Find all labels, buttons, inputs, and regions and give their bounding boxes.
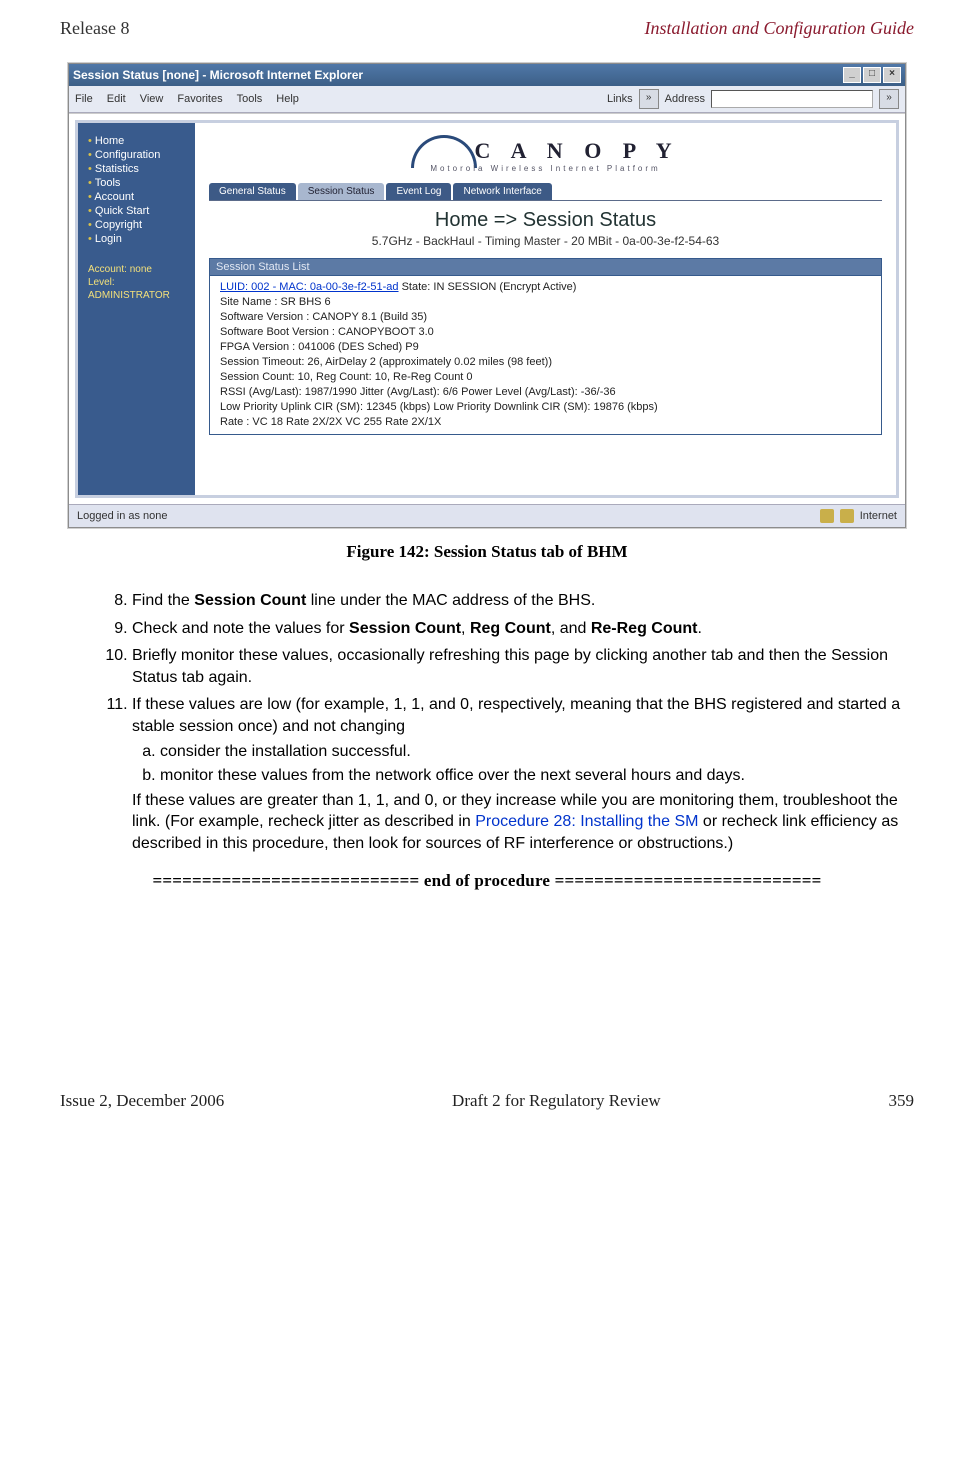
menu-view[interactable]: View — [140, 93, 164, 105]
window-titlebar: Session Status [none] - Microsoft Intern… — [69, 64, 905, 86]
internet-zone-icon — [840, 509, 854, 523]
logo-text: C A N O P Y — [474, 138, 679, 163]
ie-statusbar: Logged in as none Internet — [69, 504, 905, 527]
main-panel: C A N O P Y Motorola Wireless Internet P… — [195, 120, 899, 498]
maximize-icon[interactable]: □ — [863, 67, 881, 83]
sidebar-item-login[interactable]: Login — [88, 233, 187, 245]
menu-favorites[interactable]: Favorites — [177, 93, 222, 105]
procedure-text: Find the Session Count line under the MA… — [104, 590, 914, 855]
header-left: Release 8 — [60, 18, 129, 39]
end-of-procedure: =========================== end of proce… — [60, 871, 914, 891]
step-10: Briefly monitor these values, occasional… — [132, 645, 914, 688]
page-header: Release 8 Installation and Configuration… — [60, 18, 914, 39]
line-rssi: RSSI (Avg/Last): 1987/1990 Jitter (Avg/L… — [220, 386, 616, 398]
sidebar-item-copyright[interactable]: Copyright — [88, 219, 187, 231]
lock-icon — [820, 509, 834, 523]
figure-caption: Figure 142: Session Status tab of BHM — [60, 542, 914, 562]
procedure-28-link[interactable]: Procedure 28: Installing the SM — [475, 813, 698, 830]
close-icon[interactable]: × — [883, 67, 901, 83]
line-count: Session Count: 10, Reg Count: 10, Re-Reg… — [220, 371, 473, 383]
minimize-icon[interactable]: _ — [843, 67, 861, 83]
line-fpga: FPGA Version : 041006 (DES Sched) P9 — [220, 341, 419, 353]
sidebar-item-home[interactable]: Home — [88, 135, 187, 147]
sidebar: Home Configuration Statistics Tools Acco… — [75, 120, 195, 498]
sidebar-list: Home Configuration Statistics Tools Acco… — [88, 135, 187, 245]
account-status: Account: none Level: ADMINISTRATOR — [88, 263, 187, 302]
menu-edit[interactable]: Edit — [107, 93, 126, 105]
step-11: If these values are low (for example, 1,… — [132, 694, 914, 854]
page-content: Home Configuration Statistics Tools Acco… — [69, 113, 905, 504]
sidebar-item-account[interactable]: Account — [88, 191, 187, 203]
line-boot: Software Boot Version : CANOPYBOOT 3.0 — [220, 326, 434, 338]
ie-menubar: File Edit View Favorites Tools Help Link… — [69, 86, 905, 113]
sidebar-item-configuration[interactable]: Configuration — [88, 149, 187, 161]
address-input[interactable] — [711, 90, 873, 108]
tab-event-log[interactable]: Event Log — [386, 183, 451, 200]
footer-left: Issue 2, December 2006 — [60, 1091, 224, 1111]
panel-body: LUID: 002 - MAC: 0a-00-3e-f2-51-ad State… — [210, 276, 881, 434]
logo: C A N O P Y Motorola Wireless Internet P… — [209, 135, 882, 173]
line-timeout: Session Timeout: 26, AirDelay 2 (approxi… — [220, 356, 552, 368]
account-line1: Account: none — [88, 263, 187, 276]
go-button[interactable]: » — [879, 89, 899, 109]
footer-right: 359 — [888, 1091, 914, 1111]
step-8: Find the Session Count line under the MA… — [132, 590, 914, 612]
line-sw: Software Version : CANOPY 8.1 (Build 35) — [220, 311, 427, 323]
step-11a: consider the installation successful. — [160, 741, 914, 763]
line-cir: Low Priority Uplink CIR (SM): 12345 (kbp… — [220, 401, 658, 413]
line-rate: Rate : VC 18 Rate 2X/2X VC 255 Rate 2X/1… — [220, 416, 441, 428]
menu-file[interactable]: File — [75, 93, 93, 105]
sidebar-item-statistics[interactable]: Statistics — [88, 163, 187, 175]
page-subtitle: 5.7GHz - BackHaul - Timing Master - 20 M… — [209, 234, 882, 248]
tab-general-status[interactable]: General Status — [209, 183, 296, 200]
menu-help[interactable]: Help — [276, 93, 299, 105]
sidebar-item-tools[interactable]: Tools — [88, 177, 187, 189]
luid-link[interactable]: LUID: 002 - MAC: 0a-00-3e-f2-51-ad — [220, 281, 399, 293]
menu-tools[interactable]: Tools — [237, 93, 263, 105]
tab-network-interface[interactable]: Network Interface — [453, 183, 551, 200]
tab-session-status[interactable]: Session Status — [298, 183, 385, 200]
links-label: Links — [607, 93, 633, 105]
line-site: Site Name : SR BHS 6 — [220, 296, 331, 308]
header-right: Installation and Configuration Guide — [644, 18, 914, 39]
ie-window: Session Status [none] - Microsoft Intern… — [68, 63, 906, 528]
window-title: Session Status [none] - Microsoft Intern… — [73, 68, 363, 82]
links-chevron-icon[interactable]: » — [639, 89, 659, 109]
address-label: Address — [665, 93, 705, 105]
session-state: State: IN SESSION (Encrypt Active) — [399, 281, 577, 293]
session-status-panel: Session Status List LUID: 002 - MAC: 0a-… — [209, 258, 882, 435]
panel-title: Session Status List — [210, 259, 881, 276]
account-line2: Level: ADMINISTRATOR — [88, 276, 187, 302]
status-right: Internet — [860, 510, 897, 522]
sidebar-item-quickstart[interactable]: Quick Start — [88, 205, 187, 217]
step-9: Check and note the values for Session Co… — [132, 618, 914, 640]
step-11b: monitor these values from the network of… — [160, 765, 914, 787]
tab-bar: General Status Session Status Event Log … — [209, 183, 882, 201]
status-left: Logged in as none — [77, 510, 168, 522]
logo-tagline: Motorola Wireless Internet Platform — [209, 164, 882, 173]
footer-center: Draft 2 for Regulatory Review — [452, 1091, 661, 1111]
page-footer: Issue 2, December 2006 Draft 2 for Regul… — [60, 1091, 914, 1111]
page-title: Home => Session Status — [209, 209, 882, 232]
window-controls: _ □ × — [843, 67, 901, 83]
